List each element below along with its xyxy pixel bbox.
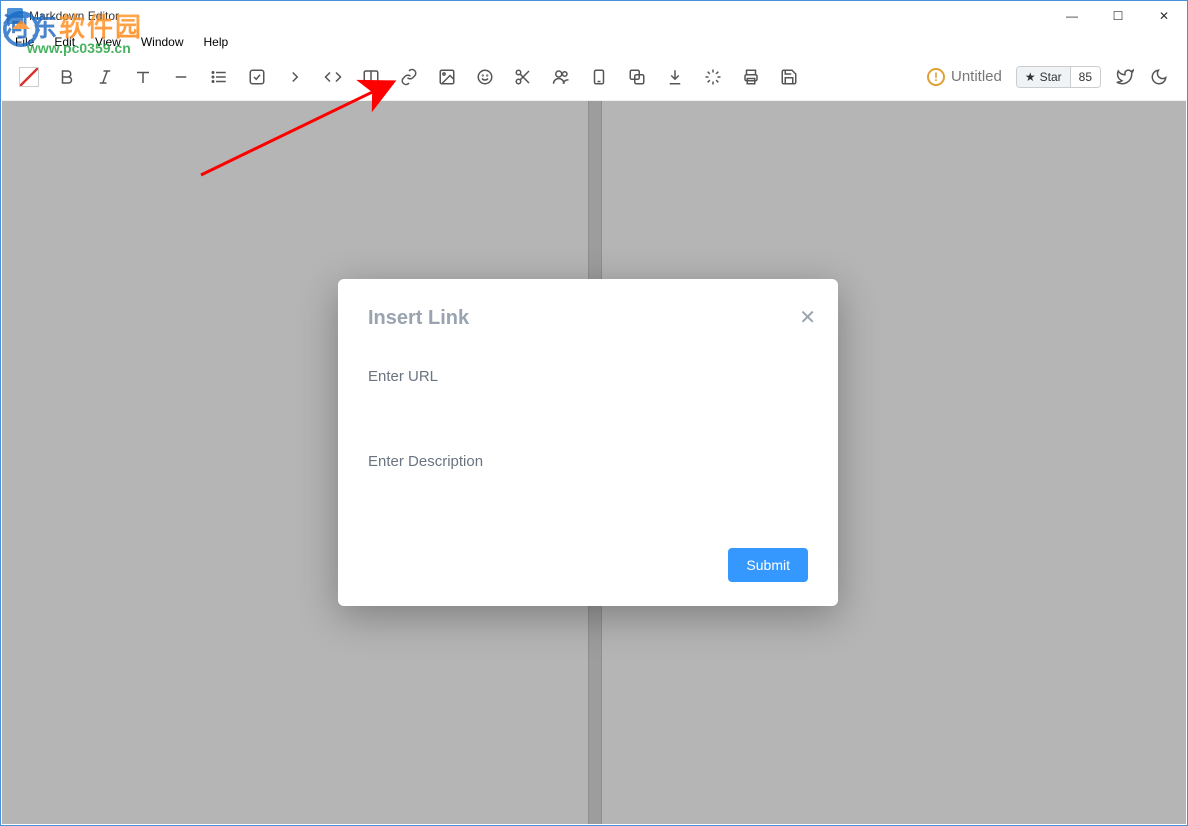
menu-window[interactable]: Window [133,33,192,51]
star-left: ★ Star [1017,67,1071,87]
toolbar-right: ! Untitled ★ Star 85 [927,66,1169,88]
text-icon[interactable] [133,67,153,87]
close-button[interactable]: ✕ [1141,1,1187,31]
app-window: Markdown Editor — ☐ ✕ File Edit View Win… [0,0,1188,826]
emoji-icon[interactable] [475,67,495,87]
maximize-button[interactable]: ☐ [1095,1,1141,31]
description-input[interactable] [368,476,808,500]
warning-icon: ! [927,68,945,86]
filename-label: Untitled [951,68,1002,85]
save-icon[interactable] [779,67,799,87]
modal-title: Insert Link [368,307,808,330]
menu-file[interactable]: File [7,33,42,51]
titlebar: Markdown Editor — ☐ ✕ [1,1,1187,31]
image-icon[interactable] [437,67,457,87]
toolbar-left [19,67,799,87]
url-field: Enter URL [368,368,808,415]
code-icon[interactable] [323,67,343,87]
list-icon[interactable] [209,67,229,87]
menu-edit[interactable]: Edit [46,33,83,51]
checklist-icon[interactable] [247,67,267,87]
window-controls: — ☐ ✕ [1049,1,1187,31]
panel-icon[interactable] [361,67,381,87]
strike-icon[interactable] [171,67,191,87]
broken-image-icon [19,67,39,87]
titlebar-left: Markdown Editor [7,8,119,24]
download-icon[interactable] [665,67,685,87]
minimize-button[interactable]: — [1049,1,1095,31]
print-icon[interactable] [741,67,761,87]
file-status: ! Untitled [927,68,1002,86]
quote-icon[interactable] [285,67,305,87]
submit-button[interactable]: Submit [728,548,808,582]
modal-close-button[interactable]: ✕ [799,305,816,330]
star-label: Star [1040,70,1062,84]
menu-help[interactable]: Help [196,33,237,51]
tablet-icon[interactable] [589,67,609,87]
modal-actions: Submit [368,548,808,582]
italic-icon[interactable] [95,67,115,87]
description-field: Enter Description [368,453,808,500]
toolbar: ! Untitled ★ Star 85 [1,53,1187,101]
moon-icon[interactable] [1149,67,1169,87]
twitter-icon[interactable] [1115,67,1135,87]
users-icon[interactable] [551,67,571,87]
insert-link-modal: Insert Link ✕ Enter URL Enter Descriptio… [338,279,838,606]
menu-view[interactable]: View [87,33,129,51]
copy-icon[interactable] [627,67,647,87]
menubar: File Edit View Window Help [1,31,1187,53]
scissors-icon[interactable] [513,67,533,87]
url-label: Enter URL [368,368,808,385]
description-label: Enter Description [368,453,808,470]
window-title: Markdown Editor [29,9,119,23]
app-icon [7,8,23,24]
link-icon[interactable] [399,67,419,87]
star-count: 85 [1071,67,1100,87]
loading-icon[interactable] [703,67,723,87]
star-badge[interactable]: ★ Star 85 [1016,66,1101,88]
bold-icon[interactable] [57,67,77,87]
url-input[interactable] [368,391,808,415]
star-icon: ★ [1025,70,1036,84]
